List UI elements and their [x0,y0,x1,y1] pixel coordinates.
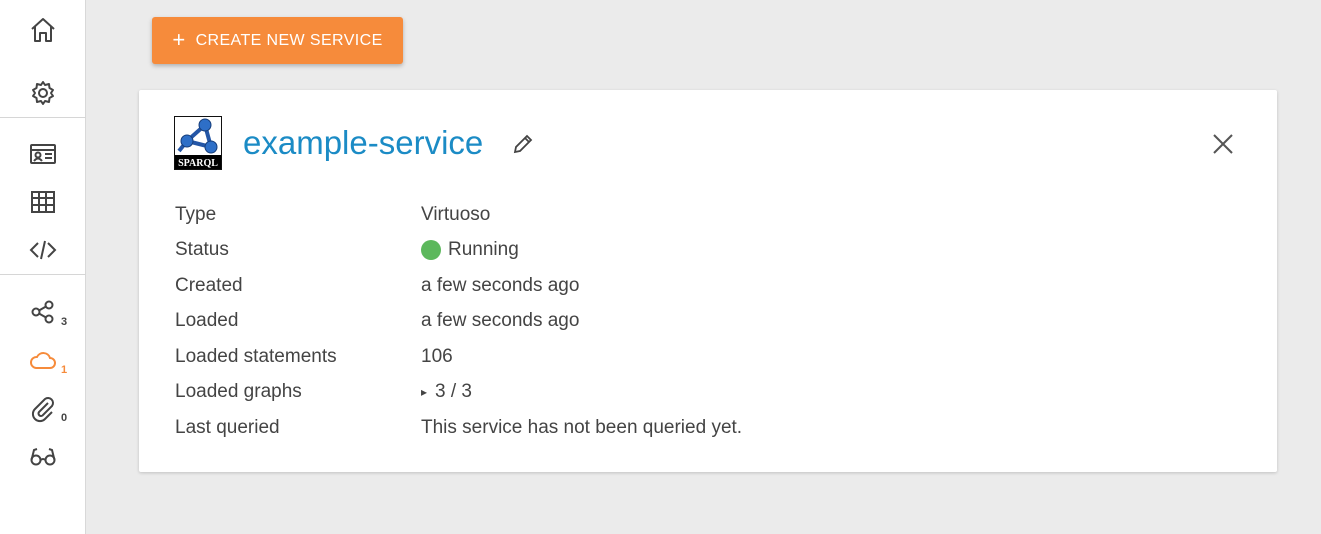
detail-row-queried: Last queried This service has not been q… [175,410,742,446]
queried-label: Last queried [175,416,280,438]
sidebar-item-datasets[interactable]: 3 [0,290,86,334]
plus-icon: + [172,26,186,52]
sidebar-divider [0,274,86,275]
detail-row-status: Status Running [175,233,742,269]
type-value: Virtuoso [421,203,491,225]
service-title[interactable]: example-service [243,124,483,162]
expand-triangle-icon: ▸ [421,385,428,400]
create-new-service-label: CREATE NEW SERVICE [195,31,383,49]
detail-row-type: Type Virtuoso [175,197,742,233]
sidebar-item-profile[interactable] [0,132,86,176]
gear-icon [32,81,54,105]
service-card: SPARQL example-service Type Virtuoso Sta… [139,90,1277,472]
sidebar-item-home[interactable] [0,8,86,52]
detail-row-loaded: Loaded a few seconds ago [175,304,742,340]
id-card-icon [30,144,56,164]
sidebar-divider [0,117,86,118]
status-label: Status [175,239,229,261]
graphs-label: Loaded graphs [175,381,302,403]
sparql-logo-text: SPARQL [178,158,218,169]
sidebar-item-table[interactable] [0,180,86,224]
cloud-icon [30,352,56,369]
detail-row-created: Created a few seconds ago [175,268,742,304]
service-details: Type Virtuoso Status Running Created a f… [175,197,742,446]
status-badge: Running [421,239,519,261]
graphs-toggle[interactable]: ▸ 3 / 3 [421,381,472,403]
table-icon [31,191,55,213]
sidebar-item-services[interactable]: 1 [0,338,86,382]
sidebar: 3 1 0 [0,0,86,534]
loaded-label: Loaded [175,310,239,332]
create-new-service-button[interactable]: + CREATE NEW SERVICE [152,17,403,64]
created-value: a few seconds ago [421,274,580,296]
code-icon [29,240,57,260]
assets-count: 0 [61,412,68,424]
loaded-value: a few seconds ago [421,310,580,332]
paperclip-icon [31,397,54,423]
type-label: Type [175,203,217,225]
home-icon [31,18,55,42]
graphs-value: 3 / 3 [435,381,473,403]
sidebar-item-insights[interactable] [0,434,86,478]
services-count: 1 [61,364,68,376]
sidebar-item-assets[interactable]: 0 [0,386,86,430]
sparql-logo: SPARQL [174,116,222,170]
glasses-icon [30,448,56,466]
share-nodes-icon [31,300,54,324]
detail-row-statements: Loaded statements 106 [175,339,742,375]
sidebar-item-code[interactable] [0,228,86,272]
created-label: Created [175,274,243,296]
close-icon[interactable] [1210,131,1236,157]
datasets-count: 3 [61,316,68,328]
detail-row-graphs: Loaded graphs ▸ 3 / 3 [175,375,742,411]
queried-value: This service has not been queried yet. [421,416,743,438]
status-value: Running [448,239,519,261]
sidebar-item-settings[interactable] [0,71,86,115]
statements-label: Loaded statements [175,345,337,367]
statements-value: 106 [421,345,453,367]
pencil-icon[interactable] [511,132,535,156]
status-dot-icon [421,240,441,261]
